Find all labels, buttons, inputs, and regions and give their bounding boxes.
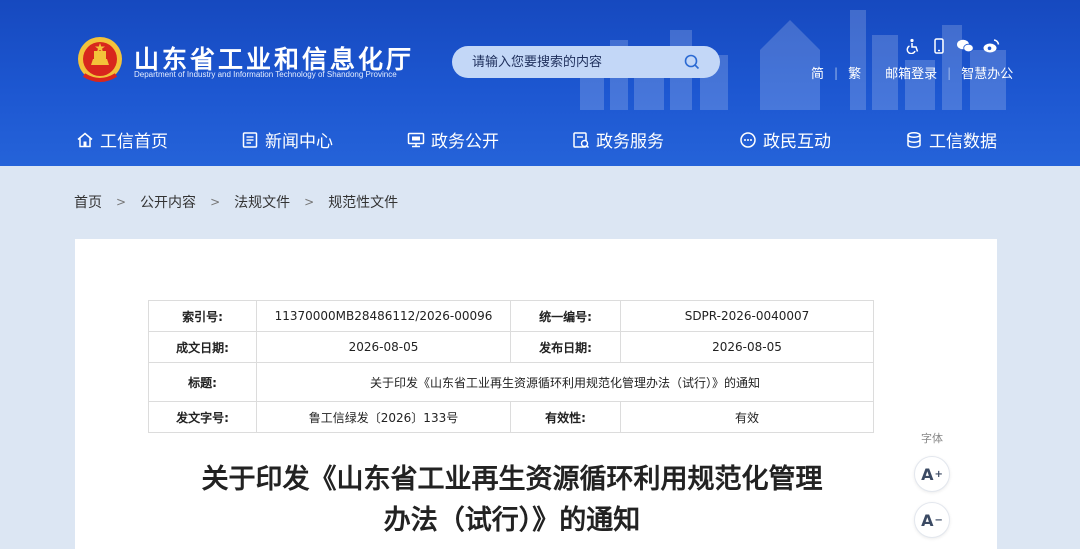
font-size-tool: 字体 A + A − (912, 430, 952, 548)
published-date-value: 2026-08-05 (620, 331, 874, 363)
table-row: 发文字号: 鲁工信绿发〔2026〕133号 有效性: 有效 (148, 401, 874, 433)
breadcrumb: 首页 > 公开内容 > 法规文件 > 规范性文件 (74, 192, 398, 212)
utility-links: 简 | 繁 | 邮箱登录 | 智慧办公 (811, 63, 1013, 83)
content-card: 索引号: 11370000MB28486112/2026-00096 统一编号:… (75, 239, 997, 549)
article-title-line: 办法（试行）》的通知 (383, 505, 641, 536)
email-login-link[interactable]: 邮箱登录 (885, 63, 937, 82)
site-subtitle: Department of Industry and Information T… (134, 70, 397, 79)
title-label: 标题: (148, 362, 257, 402)
accessibility-icon[interactable] (904, 38, 922, 55)
chevron-right-icon: > (116, 195, 127, 209)
divider: | (947, 65, 952, 80)
document-metadata-table: 索引号: 11370000MB28486112/2026-00096 统一编号:… (148, 300, 874, 433)
nav-item-label: 工信数据 (929, 132, 997, 152)
utility-icons (904, 38, 1000, 55)
main-nav: 工信首页 新闻中心 政务公开 政务服务 政民互动 工信数据 (0, 120, 1080, 160)
nav-item-label: 政务公开 (431, 132, 499, 152)
font-decrease-glyph: A (921, 510, 934, 530)
article-title: 关于印发《山东省工业再生资源循环利用规范化管理 办法（试行）》的通知 (167, 459, 857, 541)
site-header: 山东省工业和信息化厅 Department of Industry and In… (0, 0, 1080, 166)
table-row: 索引号: 11370000MB28486112/2026-00096 统一编号:… (148, 300, 874, 332)
table-row: 标题: 关于印发《山东省工业再生资源循环利用规范化管理办法（试行）》的通知 (148, 362, 874, 402)
validity-label: 有效性: (510, 401, 621, 433)
search-icon[interactable] (684, 54, 700, 70)
simplified-chinese-link[interactable]: 简 (811, 63, 824, 82)
weibo-icon[interactable] (982, 38, 1000, 54)
index-value: 11370000MB28486112/2026-00096 (256, 300, 511, 332)
divider: | (834, 65, 839, 80)
published-date-label: 发布日期: (510, 331, 621, 363)
breadcrumb-normative-docs[interactable]: 规范性文件 (328, 192, 398, 212)
font-size-label: 字体 (921, 432, 943, 445)
search-input[interactable] (452, 46, 684, 78)
doc-number-value: 鲁工信绿发〔2026〕133号 (256, 401, 511, 433)
chat-icon (740, 131, 756, 148)
created-date-label: 成文日期: (148, 331, 257, 363)
breadcrumb-public-content[interactable]: 公开内容 (140, 192, 196, 212)
traditional-chinese-link[interactable]: 繁 (848, 63, 861, 82)
smart-office-link[interactable]: 智慧办公 (961, 63, 1013, 82)
nav-item-label: 工信首页 (100, 132, 168, 152)
mobile-icon[interactable] (930, 38, 948, 54)
code-value: SDPR-2026-0040007 (620, 300, 874, 332)
index-label: 索引号: (148, 300, 257, 332)
chevron-right-icon: > (304, 195, 315, 209)
service-icon (573, 131, 590, 148)
created-date-value: 2026-08-05 (256, 331, 511, 363)
nav-item-news[interactable]: 新闻中心 (241, 127, 333, 152)
nav-item-home[interactable]: 工信首页 (76, 127, 168, 152)
nav-item-label: 政务服务 (596, 132, 664, 152)
table-row: 成文日期: 2026-08-05 发布日期: 2026-08-05 (148, 331, 874, 363)
article-title-line: 关于印发《山东省工业再生资源循环利用规范化管理 (201, 464, 823, 495)
nav-item-label: 政民互动 (763, 132, 831, 152)
breadcrumb-home[interactable]: 首页 (74, 192, 102, 212)
chevron-right-icon: > (210, 195, 221, 209)
doc-number-label: 发文字号: (148, 401, 257, 433)
nav-item-gov-services[interactable]: 政务服务 (572, 127, 664, 152)
minus-icon: − (934, 514, 943, 526)
nav-item-interaction[interactable]: 政民互动 (739, 127, 831, 152)
monitor-icon (407, 132, 425, 147)
database-icon (907, 131, 921, 148)
home-icon (77, 132, 93, 147)
breadcrumb-regulations[interactable]: 法规文件 (234, 192, 290, 212)
validity-value: 有效 (620, 401, 874, 433)
font-increase-glyph: A (921, 464, 934, 484)
nav-item-label: 新闻中心 (265, 132, 333, 152)
code-label: 统一编号: (510, 300, 621, 332)
font-increase-button[interactable]: A + (914, 456, 950, 492)
nav-item-data[interactable]: 工信数据 (905, 127, 997, 152)
nav-item-gov-affairs[interactable]: 政务公开 (407, 127, 499, 152)
title-value: 关于印发《山东省工业再生资源循环利用规范化管理办法（试行）》的通知 (256, 362, 874, 402)
search-box (452, 46, 720, 78)
news-icon (242, 131, 258, 148)
national-emblem-logo (78, 37, 122, 82)
plus-icon: + (934, 468, 943, 480)
wechat-icon[interactable] (956, 38, 974, 54)
font-decrease-button[interactable]: A − (914, 502, 950, 538)
